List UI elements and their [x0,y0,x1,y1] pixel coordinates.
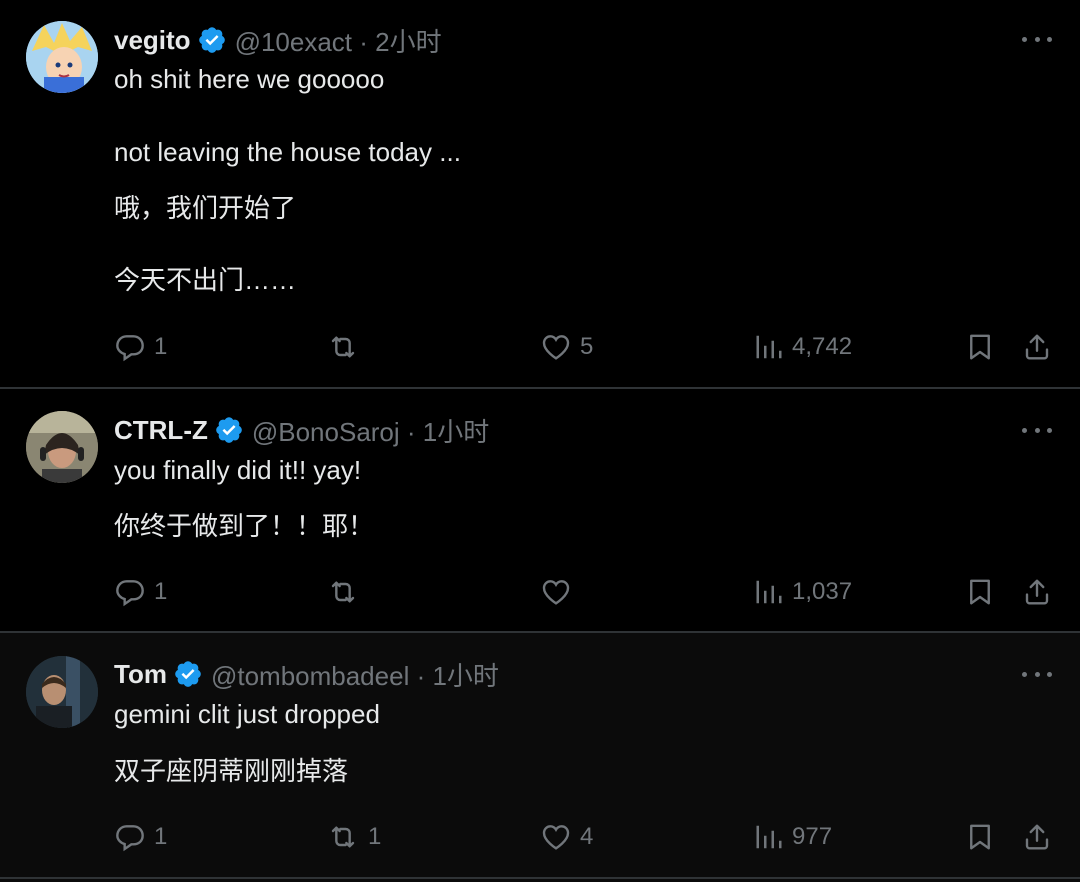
more-options-icon[interactable] [1022,669,1052,679]
repost-icon [331,826,355,848]
tweet-text-line: gemini clit just dropped [114,699,380,729]
share-button[interactable] [1022,821,1052,853]
share-icon [1025,824,1049,850]
reply-icon [116,825,144,852]
man-portrait-avatar-icon [26,656,98,728]
tweet-3[interactable]: Tom @tombombadeel · 1小时 gemini clit just… [0,0,1080,882]
reply-count: 1 [154,823,168,850]
display-name[interactable]: Tom [114,659,167,690]
bookmark-button[interactable] [965,821,995,853]
avatar[interactable] [26,656,98,728]
reply-button[interactable]: 1 [114,821,167,853]
verified-badge-icon [175,661,201,687]
handle-and-time[interactable]: @tombombadeel · 1小时 [211,656,499,693]
bookmark-icon [970,824,990,850]
like-button[interactable]: 4 [540,821,593,853]
repost-button[interactable]: 1 [326,821,381,853]
analytics-icon [756,825,782,849]
heart-icon [542,825,570,850]
like-count: 4 [580,823,594,850]
repost-count: 1 [368,823,382,850]
views-button[interactable]: 977 [754,821,832,853]
tweet-text-line: 双子座阴蒂刚刚掉落 [114,756,349,786]
views-count: 977 [792,823,833,850]
